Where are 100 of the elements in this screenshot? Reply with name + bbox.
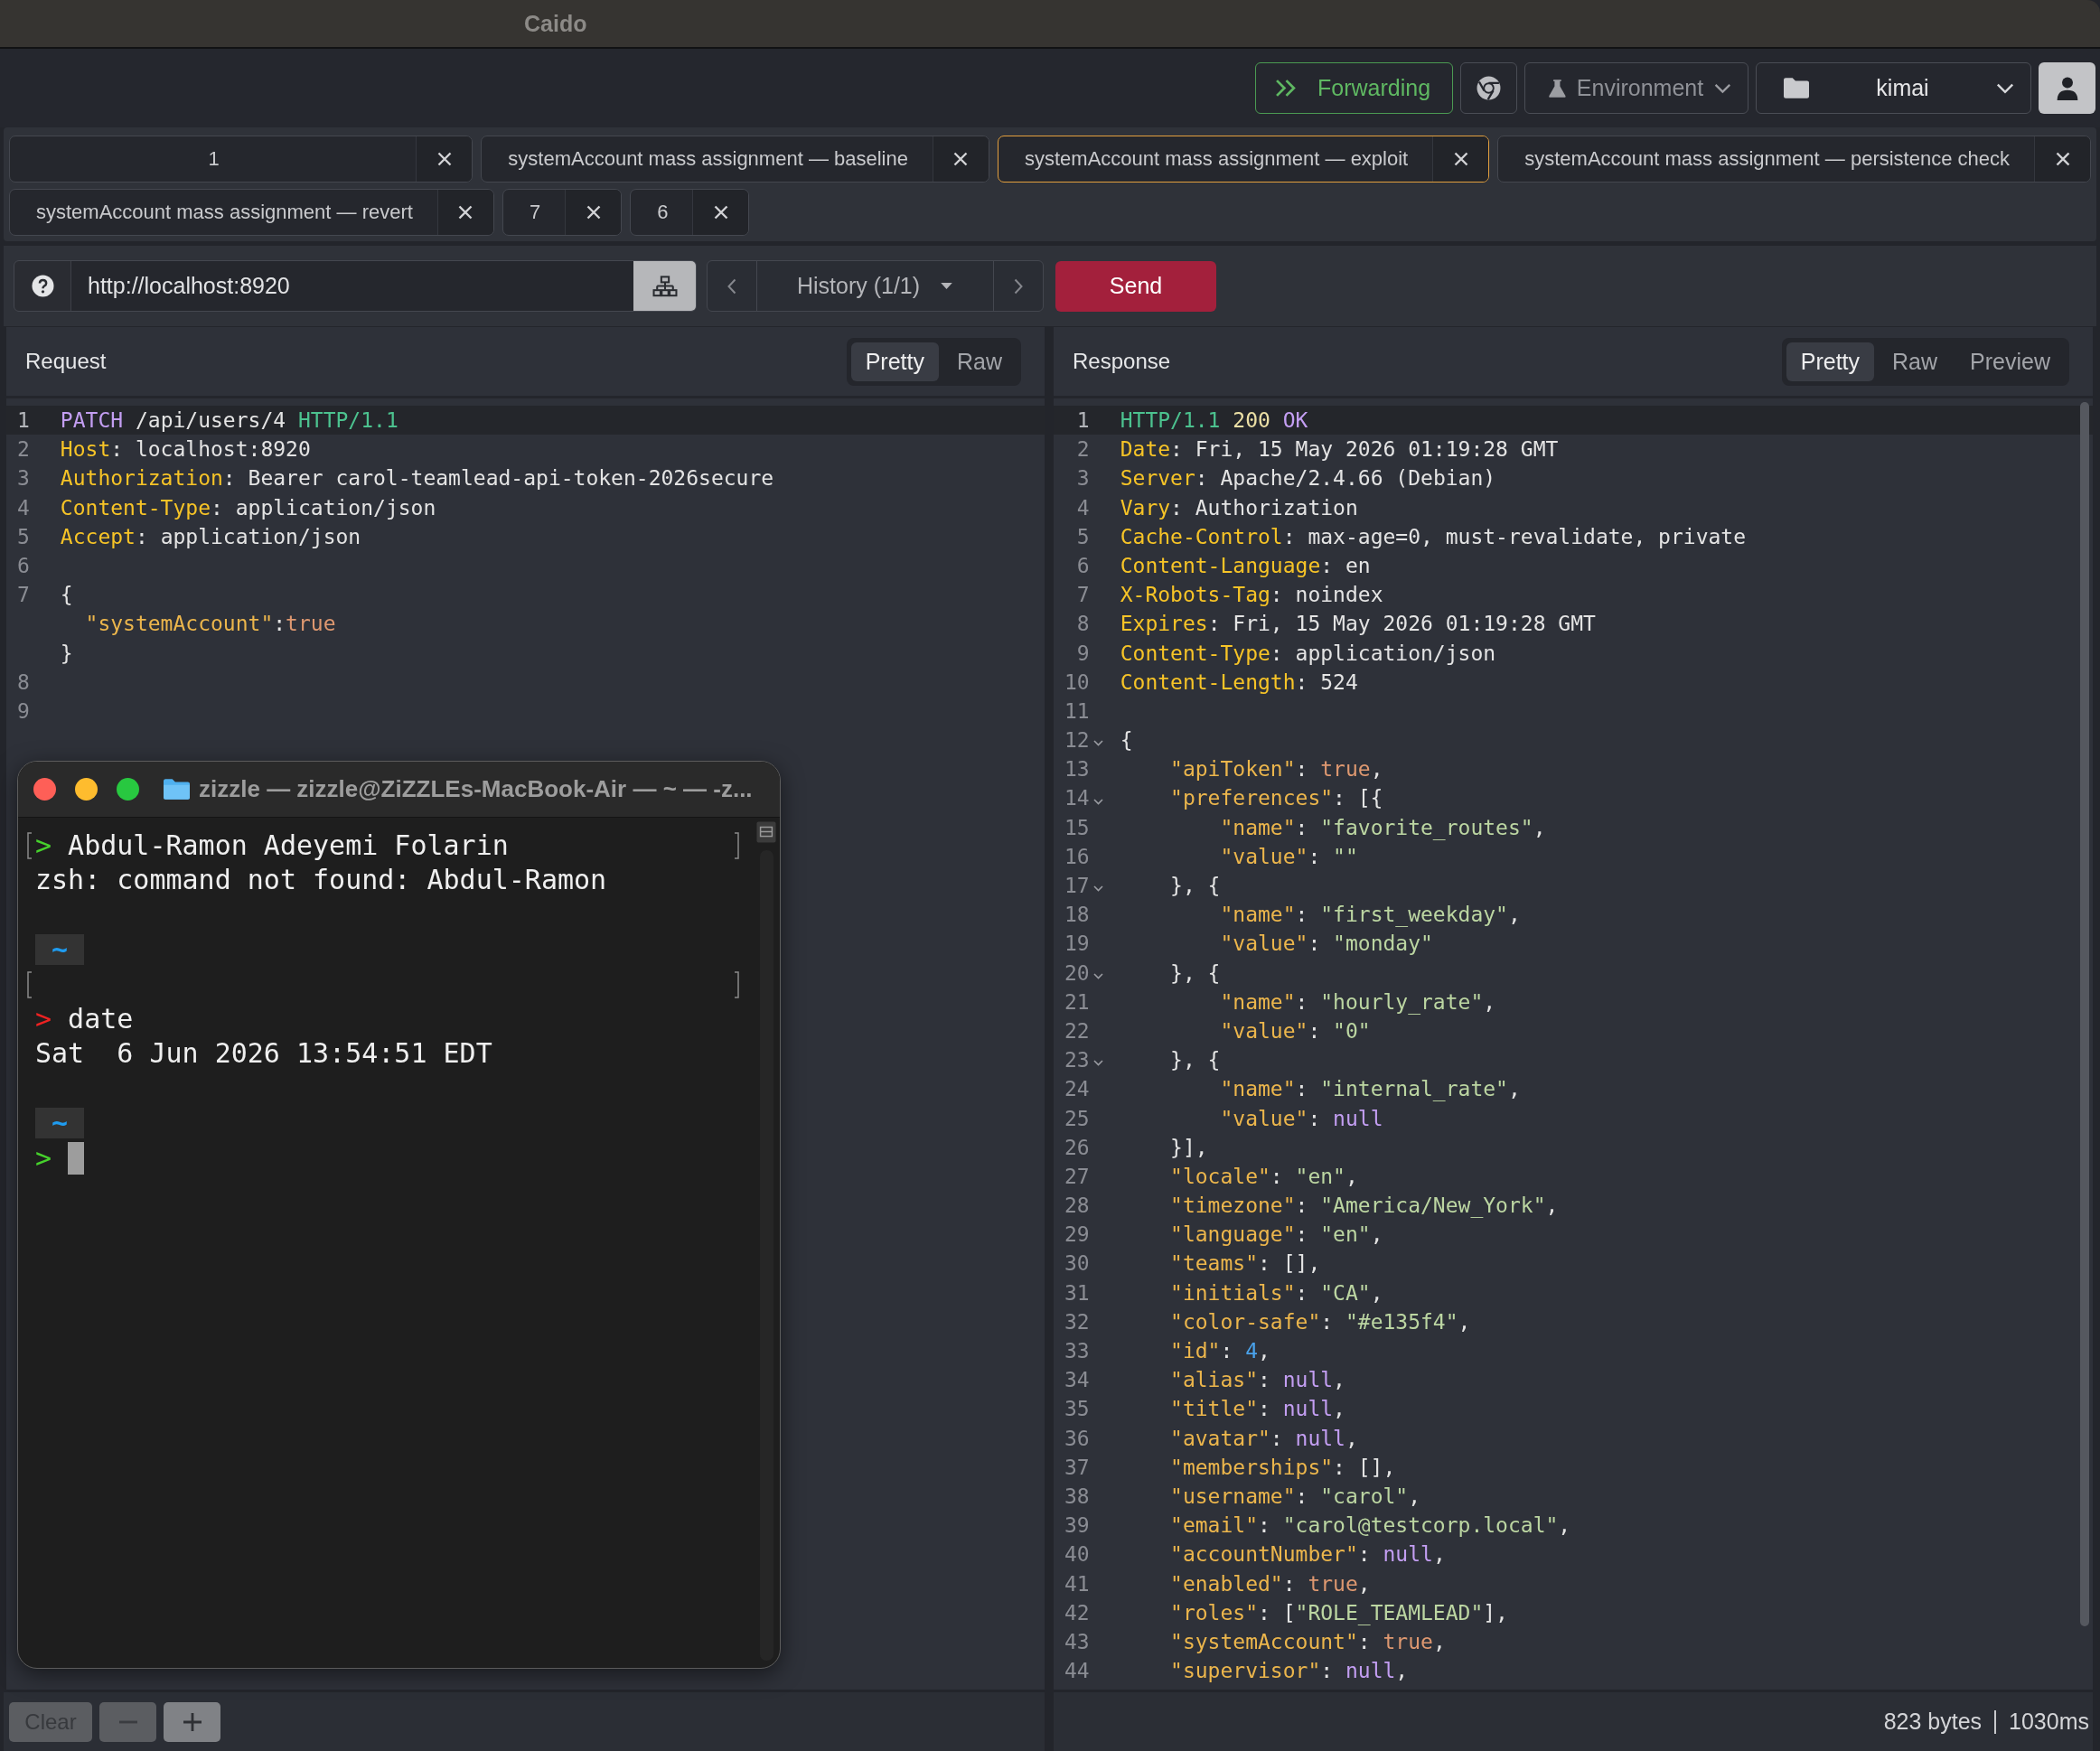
minimize-window-button[interactable] xyxy=(75,778,98,801)
chevron-down-icon[interactable] xyxy=(1092,740,1103,747)
line-number: 10 xyxy=(1064,670,1090,694)
view-tab[interactable]: Pretty xyxy=(1786,342,1875,381)
chevron-down-icon xyxy=(1996,82,2014,94)
line-number: 28 xyxy=(1064,1194,1090,1218)
window-title: Caido xyxy=(524,10,587,37)
forwarding-button[interactable]: Forwarding xyxy=(1255,62,1453,114)
code-line: Server: Apache/2.4.66 (Debian) xyxy=(1120,465,1496,492)
chevron-left-icon xyxy=(727,277,736,295)
list-icon[interactable] xyxy=(756,821,776,843)
line-number: 8 xyxy=(1076,612,1090,636)
url-field[interactable]: http://localhost:8920 xyxy=(71,261,633,311)
close-icon xyxy=(1453,152,1468,166)
line-number: 37 xyxy=(1064,1455,1090,1479)
chevron-down-icon[interactable] xyxy=(1092,1060,1103,1067)
code-line: Content-Type: application/json xyxy=(1120,640,1496,667)
tab[interactable]: systemAccount mass assignment — revert xyxy=(9,189,494,236)
code-line: Content-Type: application/json xyxy=(60,494,436,521)
close-tab-button[interactable] xyxy=(932,136,989,182)
line-number: 19 xyxy=(1064,932,1090,956)
tab[interactable]: systemAccount mass assignment — persistence check xyxy=(1497,136,2091,183)
zoom-window-button[interactable] xyxy=(117,778,139,801)
code-line: "preferences": [{ xyxy=(1170,785,1383,812)
view-tab[interactable]: Pretty xyxy=(850,342,939,381)
folder-icon xyxy=(1784,78,1809,98)
caret-down-icon xyxy=(940,282,954,290)
zoom-in-button[interactable] xyxy=(164,1701,220,1742)
line-number: 21 xyxy=(1064,989,1090,1014)
line-number: 16 xyxy=(1064,844,1090,868)
code-line: "locale": "en", xyxy=(1170,1163,1358,1190)
code-line: "roles": ["ROLE_TEAMLEAD"], xyxy=(1170,1599,1508,1627)
send-button[interactable]: Send xyxy=(1055,260,1216,312)
line-number: 3 xyxy=(1076,466,1090,491)
minus-icon xyxy=(117,1719,138,1724)
directory-badge: ~ xyxy=(35,934,85,966)
view-tab[interactable]: Preview xyxy=(1955,342,2065,381)
panel-title: Response xyxy=(1073,349,1171,374)
tab[interactable]: systemAccount mass assignment — baseline xyxy=(481,136,989,183)
code-line: { xyxy=(60,582,73,609)
line-number: 29 xyxy=(1064,1222,1090,1247)
line-number: 8 xyxy=(17,670,30,694)
close-tab-button[interactable] xyxy=(565,190,622,235)
tab[interactable]: 7 xyxy=(502,189,623,236)
code-line: { xyxy=(1120,727,1133,754)
line-number: 14 xyxy=(1064,786,1090,810)
connection-button[interactable] xyxy=(633,261,696,311)
view-tab[interactable]: Raw xyxy=(1878,342,1953,381)
code-line: }, { xyxy=(1170,873,1221,899)
tab[interactable]: systemAccount mass assignment — exploit xyxy=(997,136,1490,183)
line-number: 22 xyxy=(1064,1018,1090,1043)
line-number: 25 xyxy=(1064,1106,1090,1130)
code-line: } xyxy=(60,640,73,667)
help-icon[interactable] xyxy=(31,275,54,297)
chevron-down-icon[interactable] xyxy=(1092,885,1103,893)
line-number: 40 xyxy=(1064,1542,1090,1567)
line-number: 13 xyxy=(1064,757,1090,782)
close-icon xyxy=(953,152,969,166)
code-line: "value": "monday" xyxy=(1220,931,1433,958)
sitemap-icon xyxy=(652,275,678,297)
code-line: "value": "0" xyxy=(1220,1017,1371,1044)
code-line: }], xyxy=(1170,1134,1208,1161)
chevron-down-icon[interactable] xyxy=(1092,972,1103,979)
environment-dropdown[interactable]: Environment xyxy=(1524,62,1748,114)
code-line: "initials": "CA", xyxy=(1170,1279,1383,1306)
code-line: "color-safe": "#e135f4", xyxy=(1170,1308,1471,1335)
code-line: X-Robots-Tag: noindex xyxy=(1120,582,1383,609)
view-tab[interactable]: Raw xyxy=(942,342,1017,381)
chevron-down-icon[interactable] xyxy=(1092,798,1103,805)
scrollbar-track[interactable] xyxy=(759,850,773,1661)
browser-button[interactable] xyxy=(1460,62,1517,114)
code-line: "apiToken": true, xyxy=(1170,756,1383,783)
code-line: "name": "first_weekday", xyxy=(1220,902,1521,929)
code-line: "accountNumber": null, xyxy=(1170,1541,1446,1568)
account-button[interactable] xyxy=(2039,62,2095,114)
code-line: "name": "favorite_routes", xyxy=(1220,814,1546,842)
code-line: "value": "" xyxy=(1220,843,1358,870)
line-number: 9 xyxy=(1076,641,1090,665)
line-number: 38 xyxy=(1064,1484,1090,1508)
history-dropdown[interactable]: History (1/1) xyxy=(756,261,994,311)
code-line: "alias": null, xyxy=(1170,1367,1345,1394)
command-text: date xyxy=(68,1001,134,1036)
tab[interactable]: 6 xyxy=(630,189,750,236)
line-number: 31 xyxy=(1064,1280,1090,1305)
close-tab-button[interactable] xyxy=(436,190,493,235)
code-line: Vary: Authorization xyxy=(1120,494,1358,521)
code-line: "value": null xyxy=(1220,1105,1383,1132)
chevron-right-icon xyxy=(1014,277,1023,295)
output-text: zsh: command not found: Abdul-Ramon xyxy=(35,863,607,898)
close-window-button[interactable] xyxy=(33,778,56,801)
close-tab-button[interactable] xyxy=(692,190,749,235)
folder-icon xyxy=(164,779,190,800)
close-tab-button[interactable] xyxy=(416,136,473,182)
close-tab-button[interactable] xyxy=(1432,136,1489,182)
tab[interactable]: 1 xyxy=(9,136,473,183)
scrollbar-thumb[interactable] xyxy=(2080,402,2089,1626)
code-line: Accept: application/json xyxy=(60,523,361,550)
project-dropdown[interactable]: kimai xyxy=(1756,62,2031,114)
line-number: 5 xyxy=(1076,524,1090,548)
close-tab-button[interactable] xyxy=(2034,136,2090,182)
